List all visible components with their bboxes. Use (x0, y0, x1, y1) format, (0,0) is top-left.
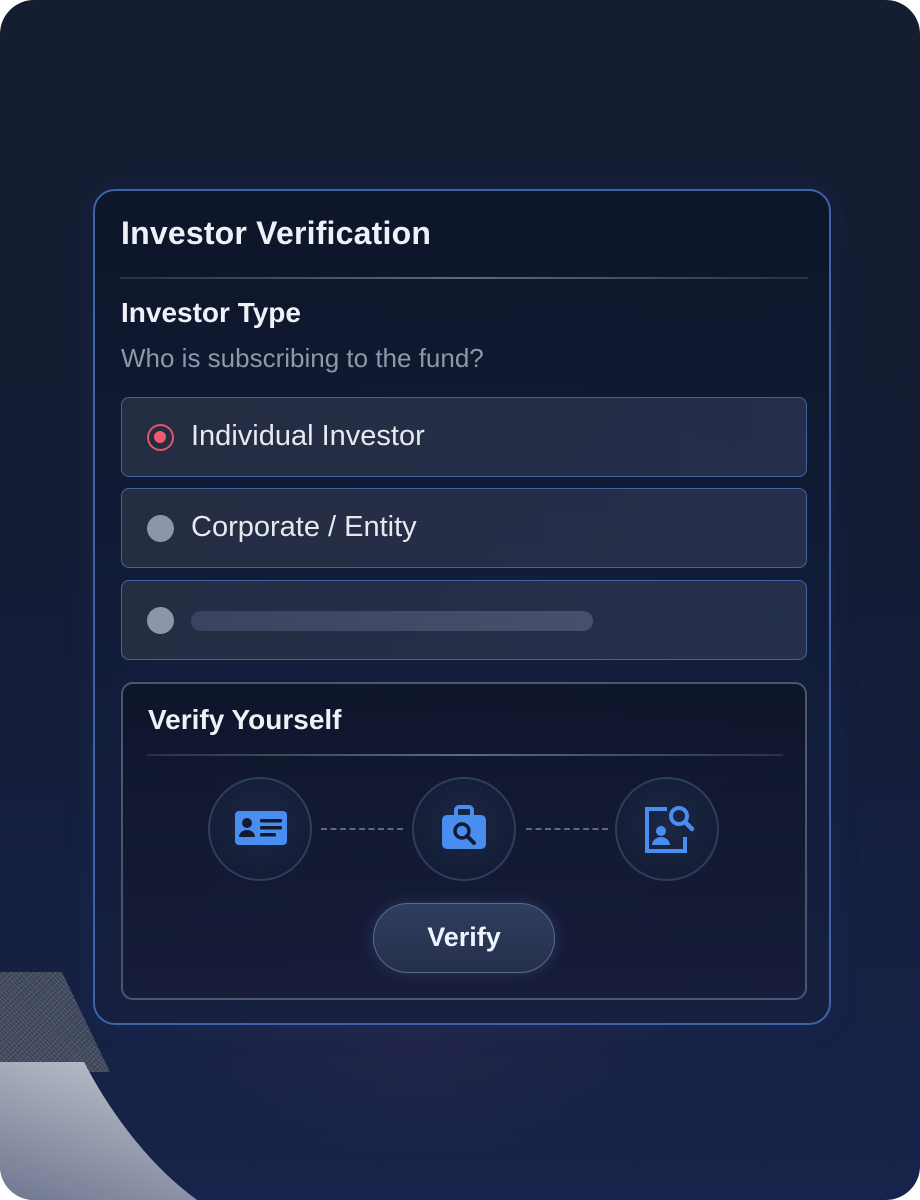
title-divider (120, 277, 808, 279)
radio-unselected[interactable] (147, 607, 174, 634)
briefcase-search-icon (412, 777, 516, 881)
radio-selected[interactable] (147, 424, 174, 451)
app-frame: Investor Verification Investor Type Who … (0, 0, 920, 1200)
verify-button[interactable]: Verify (373, 903, 555, 973)
verify-yourself-panel: Verify Yourself Verify (121, 682, 807, 1000)
radio-unselected[interactable] (147, 515, 174, 542)
option-label: Individual Investor (191, 420, 425, 452)
decorative-corner-shape (0, 1062, 200, 1200)
profile-search-icon (615, 777, 719, 881)
option-corporate-entity[interactable]: Corporate / Entity (121, 488, 807, 568)
step-connector (526, 828, 608, 830)
verify-divider (147, 754, 783, 756)
investor-verification-card: Investor Verification Investor Type Who … (93, 189, 831, 1025)
skeleton-label-placeholder (191, 611, 593, 631)
verify-heading: Verify Yourself (148, 704, 342, 735)
option-label: Corporate / Entity (191, 511, 417, 543)
step-connector (321, 828, 403, 830)
option-placeholder[interactable] (121, 580, 807, 660)
id-card-icon (208, 777, 312, 881)
card-title: Investor Verification (121, 215, 432, 251)
investor-type-question: Who is subscribing to the fund? (121, 343, 484, 373)
investor-type-heading: Investor Type (121, 297, 301, 328)
option-individual-investor[interactable]: Individual Investor (121, 397, 807, 477)
